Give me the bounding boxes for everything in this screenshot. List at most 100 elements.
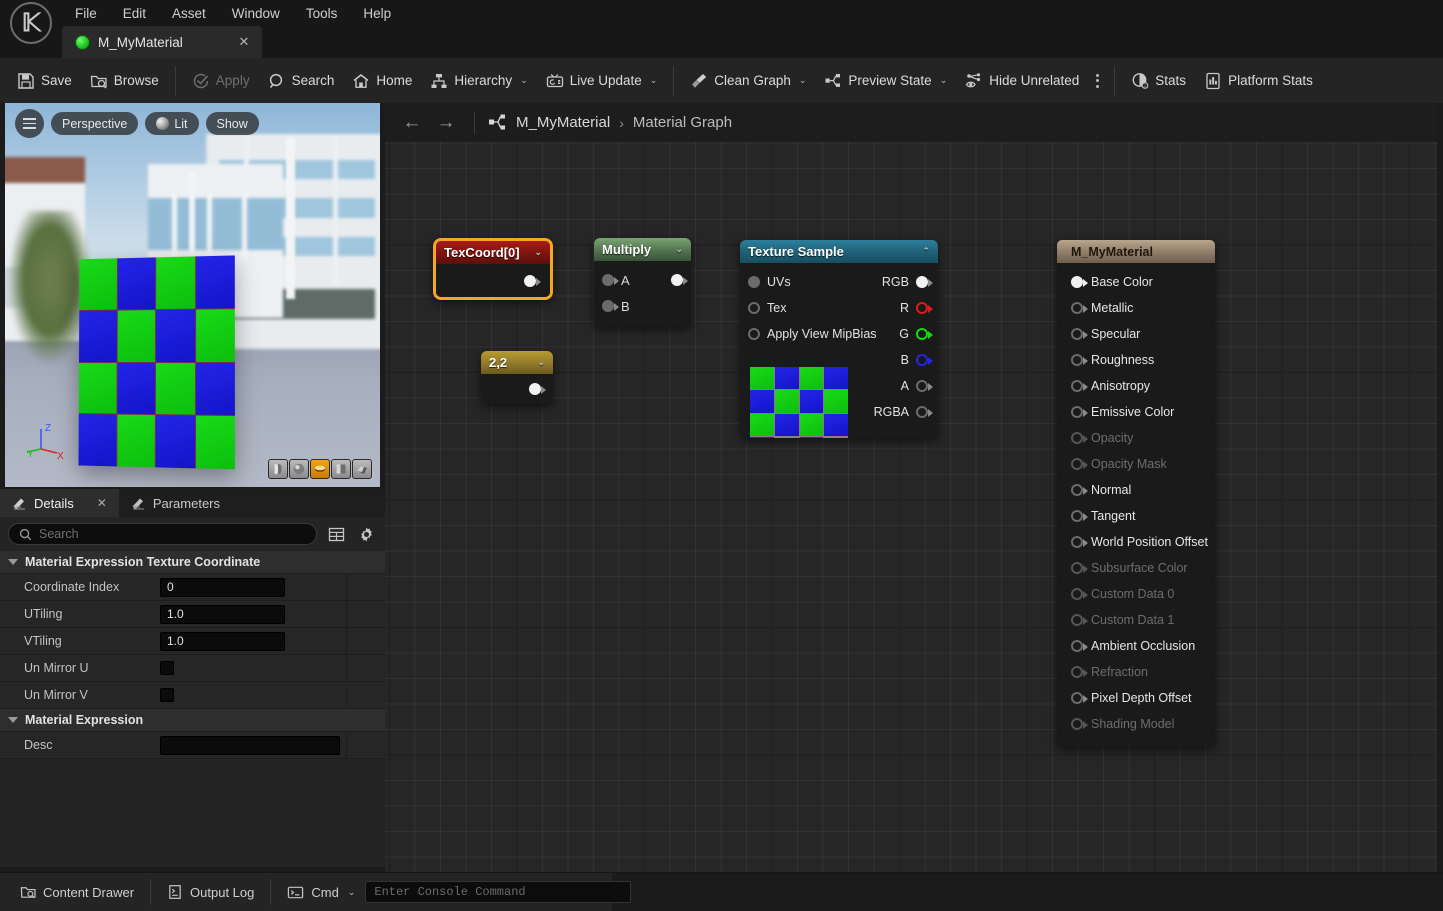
toolbar-apply-button[interactable]: Apply [183,64,259,98]
input-pin-b[interactable] [602,300,619,312]
viewport-perspective-button[interactable]: Perspective [51,112,139,135]
details-search-box[interactable] [8,523,317,545]
input-pin-specular[interactable] [1071,328,1088,340]
input-pin-a[interactable] [602,274,619,286]
tab-details[interactable]: Details ✕ [0,489,119,517]
node-header[interactable]: TexCoord[0] ⌄ [436,241,550,264]
output-log-button[interactable]: Output Log [155,878,266,906]
category-header-material-expression-texture-coordinate[interactable]: Material Expression Texture Coordinate [0,551,385,574]
input-pin-opacity-mask[interactable] [1071,458,1088,470]
input-pin-pixel-depth-offset[interactable] [1071,692,1088,704]
utiling-input[interactable]: 1.0 [160,604,285,624]
document-tab-m-mymaterial[interactable]: M_MyMaterial ✕ [62,26,262,58]
menu-item-edit[interactable]: Edit [110,0,159,28]
input-pin-metallic[interactable] [1071,302,1088,314]
preview-shape-sphere-button[interactable] [289,459,309,479]
input-pin-tex[interactable] [748,302,760,314]
menu-item-help[interactable]: Help [350,0,404,28]
un-mirror-v-checkbox[interactable] [160,688,174,702]
input-pin-custom-data-1[interactable] [1071,614,1088,626]
viewport-show-button[interactable]: Show [205,112,259,135]
vtiling-input[interactable]: 1.0 [160,631,285,651]
viewport-viewmode-button[interactable]: Lit [145,112,199,135]
content-drawer-button[interactable]: Content Drawer [8,878,146,906]
output-pin-r[interactable] [916,302,933,314]
output-pin-a[interactable] [916,380,933,392]
hamburger-icon[interactable] [15,109,44,138]
output-pin-multiply[interactable] [671,274,688,286]
input-pin-normal[interactable] [1071,484,1088,496]
toolbar-live-update-button[interactable]: Live Update ⌄ [537,64,667,98]
input-pin-emissive-color[interactable] [1071,406,1088,418]
search-input[interactable] [39,527,306,541]
node-multiply[interactable]: Multiply ⌄ A B [594,238,691,327]
input-pin-custom-data-0[interactable] [1071,588,1088,600]
toolbar-hide-unrelated-button[interactable]: Hide Unrelated [956,64,1088,98]
nav-forward-button[interactable]: → [431,110,461,136]
toolbar-overflow-menu-icon[interactable] [1088,73,1107,88]
output-pin-g[interactable] [916,328,933,340]
input-pin-anisotropy[interactable] [1071,380,1088,392]
input-pin-tangent[interactable] [1071,510,1088,522]
input-pin-subsurface-color[interactable] [1071,562,1088,574]
console-command-input-wrapper[interactable] [365,881,632,903]
chevron-up-icon[interactable]: ⌃ [922,246,930,257]
console-command-input[interactable] [374,885,623,899]
column-view-icon[interactable] [325,523,347,545]
preview-shape-custom-mesh-button[interactable] [352,459,372,479]
toolbar-clean-graph-button[interactable]: Clean Graph ⌄ [681,64,815,98]
tab-parameters[interactable]: Parameters [119,489,232,517]
node-header[interactable]: 2,2 ⌄ [481,351,553,374]
toolbar-preview-state-button[interactable]: Preview State ⌄ [815,64,956,98]
close-icon[interactable]: ✕ [236,34,252,50]
preview-shape-cylinder-button[interactable] [268,459,288,479]
unreal-engine-logo-icon[interactable]: 𝕂 [10,2,52,44]
close-icon[interactable]: ✕ [97,496,107,510]
menu-item-file[interactable]: File [62,0,110,28]
menu-item-tools[interactable]: Tools [293,0,351,28]
output-pin-constant2[interactable] [529,383,546,395]
chevron-down-icon[interactable]: ⌄ [534,247,542,258]
node-material-output[interactable]: M_MyMaterial Base Color Metallic Specula… [1057,240,1215,747]
node-header[interactable]: M_MyMaterial [1057,240,1215,263]
settings-gear-icon[interactable] [355,523,377,545]
category-header-material-expression[interactable]: Material Expression [0,709,385,732]
input-pin-refraction[interactable] [1071,666,1088,678]
input-pin-roughness[interactable] [1071,354,1088,366]
toolbar-platform-stats-button[interactable]: Platform Stats [1195,64,1322,98]
node-constant2[interactable]: 2,2 ⌄ [481,351,553,404]
output-pin-texcoord[interactable] [524,274,541,287]
input-pin-shading-model[interactable] [1071,718,1088,730]
un-mirror-u-checkbox[interactable] [160,661,174,675]
toolbar-search-button[interactable]: Search [259,64,344,98]
toolbar-hierarchy-button[interactable]: Hierarchy ⌄ [421,64,536,98]
preview-mesh-plane[interactable] [78,255,235,470]
toolbar-stats-button[interactable]: i Stats [1122,64,1195,98]
nav-back-button[interactable]: ← [397,110,427,136]
input-pin-world-position-offset[interactable] [1071,536,1088,548]
toolbar-save-button[interactable]: Save [8,64,81,98]
preview-shape-plane-button[interactable] [310,459,330,479]
node-texture-sample[interactable]: Texture Sample ⌃ UVs Tex Apply View MipB… [740,240,938,438]
output-pin-rgb[interactable] [916,276,933,288]
input-pin-apply-view-mipbias[interactable] [748,328,760,340]
node-header[interactable]: Texture Sample ⌃ [740,240,938,263]
toolbar-browse-button[interactable]: Browse [81,64,168,98]
node-texcoord[interactable]: TexCoord[0] ⌄ [433,238,553,300]
input-pin-base-color[interactable] [1071,276,1088,288]
input-pin-ambient-occlusion[interactable] [1071,640,1088,652]
input-pin-uvs[interactable] [748,276,760,288]
cmd-dropdown-button[interactable]: Cmd ⌄ [275,878,359,906]
coordinate-index-input[interactable]: 0 [160,577,285,597]
preview-shape-cube-button[interactable] [331,459,351,479]
chevron-down-icon[interactable]: ⌄ [675,244,683,255]
menu-item-asset[interactable]: Asset [159,0,219,28]
input-pin-opacity[interactable] [1071,432,1088,444]
desc-input[interactable] [160,735,340,755]
output-pin-rgba[interactable] [916,406,933,418]
chevron-down-icon[interactable]: ⌄ [537,357,545,368]
breadcrumb-root[interactable]: M_MyMaterial [516,114,610,131]
toolbar-home-button[interactable]: Home [343,64,421,98]
output-pin-b[interactable] [916,354,933,366]
node-header[interactable]: Multiply ⌄ [594,238,691,261]
